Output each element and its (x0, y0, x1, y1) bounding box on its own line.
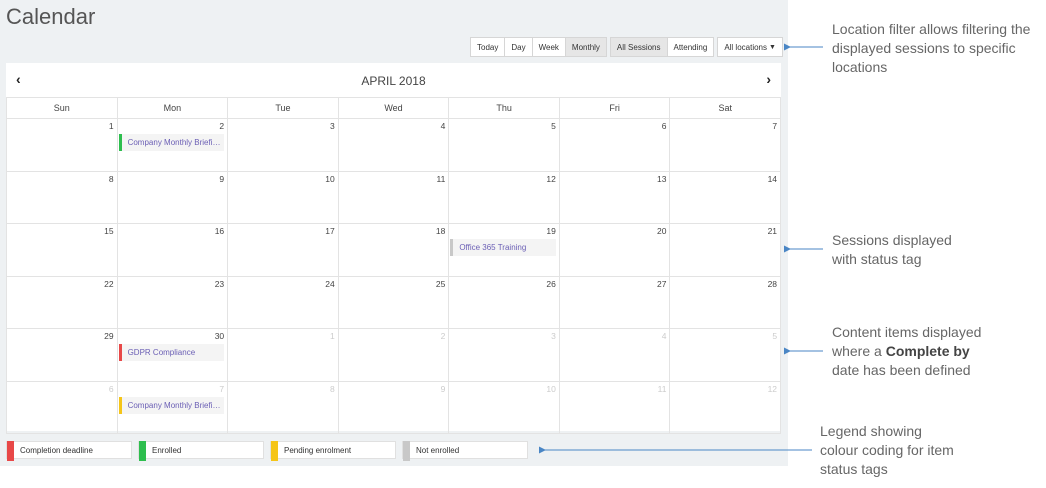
annotation-text: where a (832, 343, 882, 359)
annotation-sessions: Sessions displayed with status tag (832, 231, 1037, 269)
annotation-bold-text: Complete by (885, 343, 970, 359)
annotation-legend: Legend showing colour coding for item st… (820, 422, 1035, 479)
annotation-line: status tags (820, 461, 888, 477)
annotation-content-items: Content items displayed where a Complete… (832, 323, 1037, 380)
annotation-line: Legend showing (820, 423, 922, 439)
annotation-line: colour coding for item (820, 442, 954, 458)
annotation-location-filter: Location filter allows filtering the dis… (832, 21, 1031, 75)
annotation-line: date has been defined (832, 362, 971, 378)
annotation-line: where a Complete by (832, 342, 1037, 361)
annotation-line: with status tag (832, 251, 922, 267)
annotation-line: Sessions displayed (832, 232, 952, 248)
annotation-line: Content items displayed (832, 324, 982, 340)
